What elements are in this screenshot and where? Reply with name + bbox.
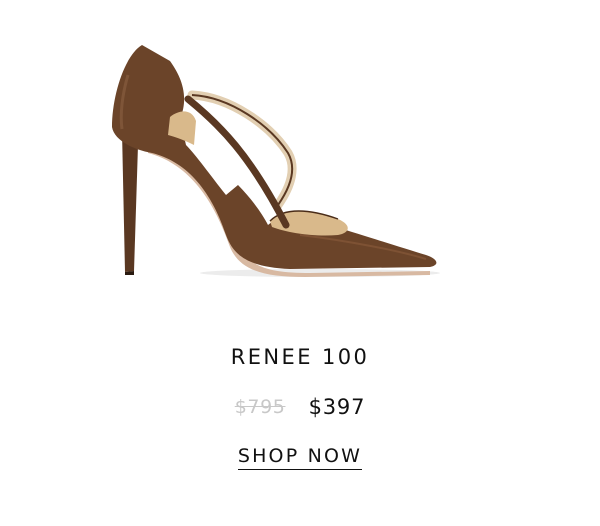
product-name[interactable]: RENEE 100	[0, 345, 600, 369]
product-image[interactable]	[100, 35, 445, 285]
original-price: $795	[234, 396, 286, 418]
shop-now-link[interactable]: SHOP NOW	[237, 445, 363, 470]
price-row: $795 $397	[0, 395, 600, 419]
product-card: RENEE 100 $795 $397 SHOP NOW	[0, 0, 600, 526]
sale-price: $397	[308, 395, 366, 419]
shop-now-container: SHOP NOW	[0, 445, 600, 470]
shoe-illustration	[112, 45, 440, 277]
